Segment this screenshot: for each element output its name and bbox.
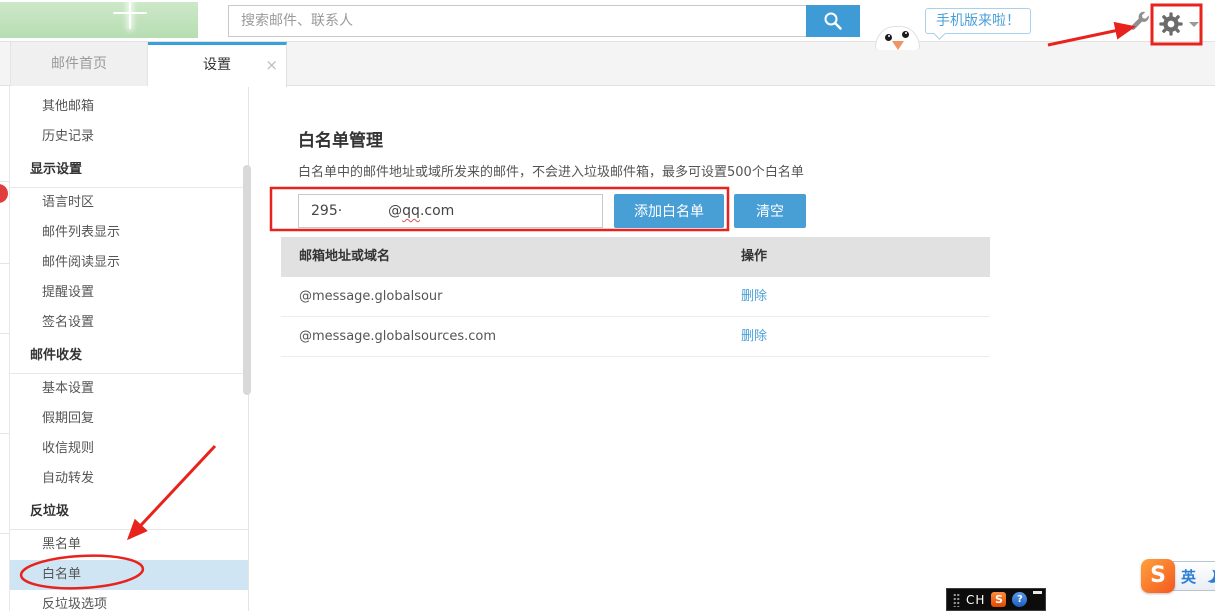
sidebar-item-mail-list-display[interactable]: 邮件列表显示 (10, 218, 248, 248)
strip-divider (0, 533, 10, 534)
clear-button[interactable]: 清空 (734, 194, 806, 228)
sidebar-item-signature-settings[interactable]: 签名设置 (10, 308, 248, 338)
delete-link[interactable]: 删除 (741, 329, 767, 344)
search-icon (822, 10, 844, 32)
sidebar-item-history[interactable]: 历史记录 (10, 122, 248, 152)
settings-gear-icon[interactable] (1157, 10, 1185, 38)
tab-mail-home[interactable]: 邮件首页 (10, 42, 148, 86)
input-value-tld: .com (420, 203, 454, 219)
input-value-at: @ (388, 203, 402, 219)
avatar-beak (892, 41, 904, 50)
settings-sidebar: 其他邮箱 历史记录 显示设置 语言时区 邮件列表显示 邮件阅读显示 提醒设置 签… (10, 86, 249, 611)
sidebar-item-language-timezone[interactable]: 语言时区 (10, 188, 248, 218)
search-button[interactable] (806, 5, 860, 37)
tab-bar: 邮件首页 设置 × (0, 42, 1215, 86)
column-header-action: 操作 (741, 237, 990, 277)
sidebar-section-anti-spam: 反垃圾 (10, 494, 248, 530)
strip-divider (0, 181, 10, 182)
whitelist-panel: 白名单管理 白名单中的邮件地址或域所发来的邮件，不会进入垃圾邮件箱，最多可设置5… (250, 86, 1215, 611)
sparkle-decoration (112, 0, 148, 29)
sidebar-item-other-mailbox[interactable]: 其他邮箱 (10, 92, 248, 122)
table-row: @message.globalsour 删除 (281, 277, 990, 317)
sidebar-item-blacklist[interactable]: 黑名单 (10, 530, 248, 560)
avatar-eye (902, 31, 909, 38)
sogou-logo-icon[interactable]: S (1141, 559, 1175, 593)
sidebar-section-display-settings: 显示设置 (10, 152, 248, 188)
whitelist-address: @message.globalsources.com (281, 317, 741, 356)
whitelist-address-input[interactable]: 295· @qq.com (298, 194, 603, 228)
strip-divider (0, 433, 10, 434)
screen: 手机版来啦！ 邮件首页 设置 × 其他邮箱 历史记录 显示设置 语言时区 邮件列… (0, 0, 1215, 611)
sogou-status-pill: 英 (1170, 561, 1215, 591)
help-icon[interactable]: ? (1012, 592, 1027, 607)
table-row: @message.globalsources.com 删除 (281, 317, 990, 357)
input-value-domain: qq (402, 203, 420, 219)
strip-divider (0, 263, 10, 264)
notification-badge (0, 184, 8, 203)
tab-settings[interactable]: 设置 × (148, 42, 287, 87)
windows-language-bar: CH S ? (946, 588, 1046, 611)
tab-settings-label: 设置 (203, 57, 231, 73)
moon-icon[interactable] (1200, 566, 1215, 582)
delete-link[interactable]: 删除 (741, 289, 767, 304)
mobile-version-text: 手机版来啦！ (936, 13, 1020, 29)
minimize-langbar-icon[interactable] (1033, 591, 1042, 594)
page-description: 白名单中的邮件地址或域所发来的邮件，不会进入垃圾邮件箱，最多可设置500个白名单 (298, 161, 804, 180)
page-title: 白名单管理 (298, 126, 383, 151)
strip-divider (0, 333, 10, 334)
input-value-prefix: 295· (311, 203, 342, 219)
table-header-row: 邮箱地址或域名 操作 (281, 237, 990, 277)
langbar-grip-handle[interactable] (953, 593, 960, 607)
sidebar-item-auto-forward[interactable]: 自动转发 (10, 464, 248, 494)
sidebar-item-anti-spam-options[interactable]: 反垃圾选项 (10, 590, 248, 611)
avatar-eye (885, 34, 892, 41)
sidebar-item-basic-settings[interactable]: 基本设置 (10, 374, 248, 404)
sidebar-item-whitelist[interactable]: 白名单 (10, 560, 248, 590)
sidebar-item-reminder-settings[interactable]: 提醒设置 (10, 278, 248, 308)
sidebar-item-vacation-reply[interactable]: 假期回复 (10, 404, 248, 434)
whitelist-address: @message.globalsour (281, 277, 741, 316)
close-tab-icon[interactable]: × (265, 45, 278, 86)
background-page-strip (0, 42, 10, 611)
brand-banner (0, 2, 198, 38)
language-indicator[interactable]: CH (966, 593, 985, 607)
column-header-address: 邮箱地址或域名 (281, 237, 741, 277)
sidebar-item-receive-rules[interactable]: 收信规则 (10, 434, 248, 464)
header (0, 0, 1215, 42)
tab-mail-home-label: 邮件首页 (51, 56, 107, 72)
search-input[interactable] (228, 5, 806, 37)
sogou-ime-bar: S 英 (1141, 558, 1215, 594)
wrench-icon[interactable] (1128, 11, 1151, 34)
sogou-english-mode[interactable]: 英 (1181, 566, 1196, 587)
mobile-version-bubble[interactable]: 手机版来啦！ (925, 8, 1031, 34)
add-whitelist-button[interactable]: 添加白名单 (614, 194, 724, 228)
whitelist-table: 邮箱地址或域名 操作 @message.globalsour 删除 @messa… (281, 237, 990, 357)
sidebar-section-mail-send-receive: 邮件收发 (10, 338, 248, 374)
chevron-down-icon[interactable] (1189, 22, 1199, 27)
sidebar-item-mail-read-display[interactable]: 邮件阅读显示 (10, 248, 248, 278)
scrollbar-thumb[interactable] (243, 165, 251, 395)
sogou-tray-icon[interactable]: S (991, 592, 1006, 607)
